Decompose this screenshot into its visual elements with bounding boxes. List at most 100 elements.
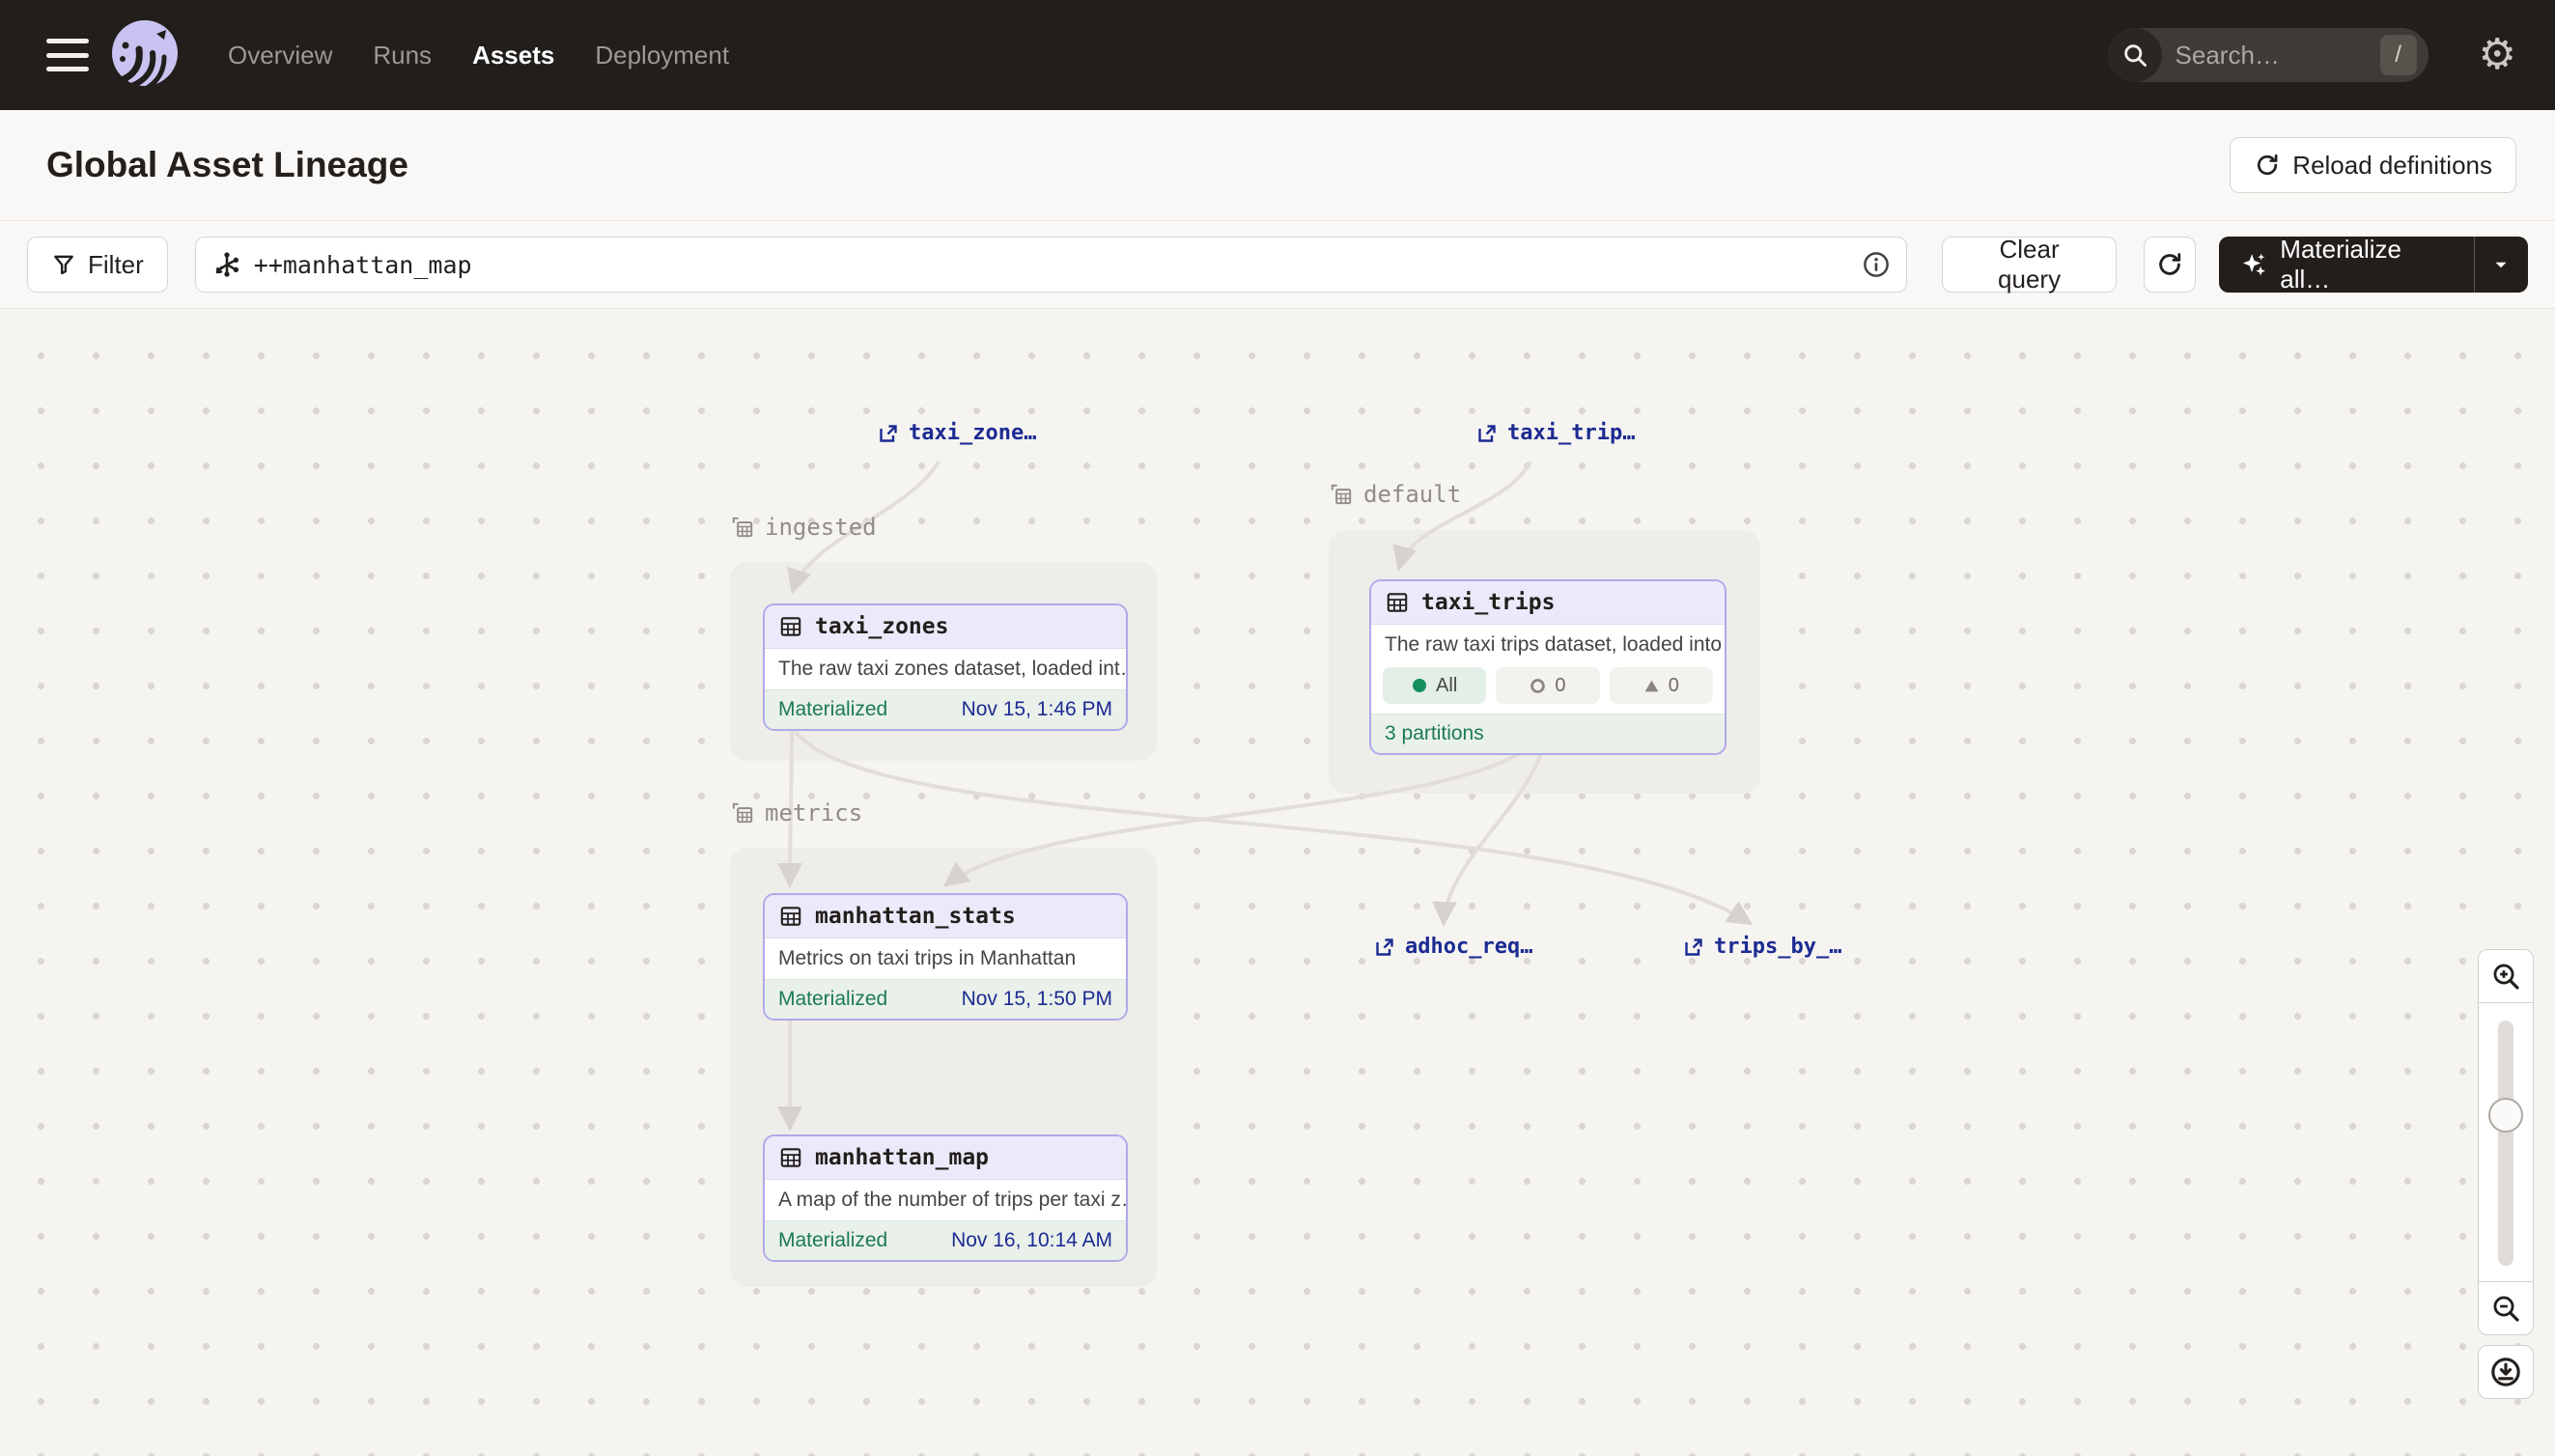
external-link-label: taxi_trip… <box>1507 421 1635 445</box>
external-link-label: taxi_zone… <box>909 421 1036 445</box>
triangle-icon <box>1643 678 1660 694</box>
group-label-ingested[interactable]: ingested <box>730 514 877 541</box>
page-title: Global Asset Lineage <box>46 145 408 185</box>
reload-definitions-label: Reload definitions <box>2292 151 2492 181</box>
reload-definitions-button[interactable]: Reload definitions <box>2230 137 2516 193</box>
asset-name: taxi_trips <box>1421 590 1555 615</box>
asset-name: manhattan_stats <box>815 904 1016 929</box>
nav-item-overview[interactable]: Overview <box>228 41 332 70</box>
search-input[interactable] <box>2176 41 2380 70</box>
asset-card-taxi-trips[interactable]: taxi_trips The raw taxi trips dataset, l… <box>1369 579 1727 755</box>
asset-card-manhattan-map[interactable]: manhattan_map A map of the number of tri… <box>763 1134 1128 1262</box>
top-navbar: Overview Runs Assets Deployment / ⚙ <box>0 0 2555 110</box>
clear-query-label: Clear query <box>1966 235 2092 294</box>
zoom-out-icon <box>2490 1293 2521 1324</box>
external-link-icon <box>877 422 900 445</box>
status-badge: Materialized <box>778 1229 887 1252</box>
asset-description: Metrics on taxi trips in Manhattan <box>765 938 1126 979</box>
external-asset-link-trips-by[interactable]: trips_by_… <box>1682 935 1841 959</box>
group-label-metrics[interactable]: metrics <box>730 799 862 826</box>
table-icon <box>778 614 803 639</box>
lineage-canvas[interactable]: ingested default metrics taxi_zone… <box>0 309 2555 1456</box>
asset-selection-icon <box>211 249 242 280</box>
download-view-button[interactable] <box>2478 1345 2534 1399</box>
download-icon <box>2489 1356 2522 1388</box>
external-link-icon <box>1682 936 1705 959</box>
page-header: Global Asset Lineage Reload definitions <box>0 110 2555 221</box>
asset-description: The raw taxi trips dataset, loaded into … <box>1371 625 1725 665</box>
nav-item-deployment[interactable]: Deployment <box>595 41 729 70</box>
asset-query-input[interactable] <box>254 251 1862 279</box>
nav-item-runs[interactable]: Runs <box>373 41 432 70</box>
asset-description: The raw taxi zones dataset, loaded int… <box>765 649 1126 689</box>
external-link-label: trips_by_… <box>1714 935 1841 959</box>
asset-group-icon <box>730 515 755 540</box>
group-name: default <box>1363 481 1461 508</box>
external-asset-link-adhoc-req[interactable]: adhoc_req… <box>1373 935 1532 959</box>
sparkle-icon <box>2240 250 2268 279</box>
group-name: metrics <box>765 799 862 826</box>
filter-label: Filter <box>88 250 144 280</box>
table-icon <box>1385 590 1410 615</box>
materialize-dropdown-button[interactable] <box>2474 237 2528 293</box>
status-badge: Materialized <box>778 698 887 721</box>
chip-label: 0 <box>1555 675 1565 697</box>
search-shortcut-badge: / <box>2380 35 2417 75</box>
asset-card-taxi-zones[interactable]: taxi_zones The raw taxi zones dataset, l… <box>763 603 1128 731</box>
zoom-in-button[interactable] <box>2479 950 2533 1002</box>
lineage-toolbar: Filter Clear query <box>0 221 2555 309</box>
external-link-icon <box>1475 422 1499 445</box>
asset-name: taxi_zones <box>815 614 948 639</box>
materialize-all-button[interactable]: Materialize all… <box>2219 237 2474 293</box>
materialization-timestamp: Nov 16, 10:14 AM <box>951 1229 1112 1252</box>
group-name: ingested <box>765 514 877 541</box>
asset-query-box <box>195 237 1907 293</box>
nav-item-assets[interactable]: Assets <box>472 41 554 70</box>
partitions-success-chip: All <box>1383 667 1486 704</box>
filter-button[interactable]: Filter <box>27 237 168 293</box>
materialize-all-split-button: Materialize all… <box>2219 237 2528 293</box>
materialization-timestamp: Nov 15, 1:50 PM <box>962 988 1112 1011</box>
external-asset-link-taxi-trip[interactable]: taxi_trip… <box>1475 421 1635 445</box>
external-link-icon <box>1373 936 1396 959</box>
asset-card-manhattan-stats[interactable]: manhattan_stats Metrics on taxi trips in… <box>763 893 1128 1021</box>
info-icon[interactable] <box>1862 250 1891 279</box>
table-icon <box>778 1145 803 1170</box>
external-link-label: adhoc_req… <box>1405 935 1532 959</box>
external-asset-link-taxi-zone[interactable]: taxi_zone… <box>877 421 1036 445</box>
asset-description: A map of the number of trips per taxi z… <box>765 1180 1126 1220</box>
asset-group-icon <box>730 800 755 826</box>
refresh-icon <box>2155 250 2184 279</box>
hamburger-menu-icon[interactable] <box>46 39 89 71</box>
zoom-in-icon <box>2490 961 2521 992</box>
zoom-controls <box>2478 949 2534 1335</box>
partition-health-chips: All 0 0 <box>1371 665 1725 714</box>
circle-outline-icon <box>1530 678 1546 694</box>
refresh-graph-button[interactable] <box>2144 237 2196 293</box>
settings-gear-icon[interactable]: ⚙ <box>2479 34 2516 76</box>
asset-group-icon <box>1329 482 1354 507</box>
zoom-slider-track[interactable] <box>2498 1021 2513 1266</box>
zoom-out-button[interactable] <box>2479 1282 2533 1334</box>
green-dot-icon <box>1412 678 1427 693</box>
status-badge: Materialized <box>778 988 887 1011</box>
primary-nav: Overview Runs Assets Deployment <box>228 41 729 70</box>
funnel-icon <box>51 252 76 277</box>
lineage-edges <box>0 309 2555 1456</box>
chevron-down-icon <box>2490 254 2512 275</box>
chip-label: All <box>1436 675 1457 697</box>
group-label-default[interactable]: default <box>1329 481 1461 508</box>
asset-name: manhattan_map <box>815 1145 989 1170</box>
clear-query-button[interactable]: Clear query <box>1942 237 2117 293</box>
zoom-slider <box>2479 1002 2533 1282</box>
zoom-slider-thumb[interactable] <box>2488 1098 2523 1133</box>
refresh-icon <box>2254 152 2281 179</box>
materialization-timestamp: Nov 15, 1:46 PM <box>962 698 1112 721</box>
search-icon <box>2108 28 2162 82</box>
table-icon <box>778 904 803 929</box>
global-search[interactable]: / <box>2108 28 2429 82</box>
dagster-logo-icon[interactable] <box>110 20 180 90</box>
partitions-failed-chip: 0 <box>1496 667 1599 704</box>
materialize-all-label: Materialize all… <box>2280 237 2453 293</box>
chip-label: 0 <box>1669 675 1679 697</box>
